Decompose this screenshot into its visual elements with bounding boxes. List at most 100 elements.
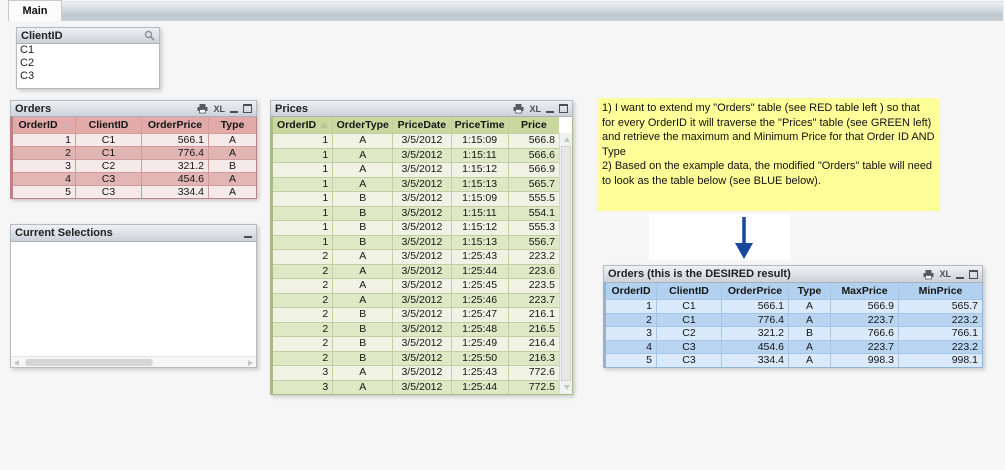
table-cell[interactable]: 334.4: [721, 354, 788, 367]
table-cell[interactable]: 1: [13, 134, 75, 146]
table-cell[interactable]: C3: [656, 340, 721, 354]
table-cell[interactable]: 2: [273, 250, 332, 264]
table-cell[interactable]: 1:15:13: [450, 177, 508, 191]
table-cell[interactable]: B: [332, 221, 392, 235]
table-cell[interactable]: C3: [17, 70, 159, 83]
excel-icon[interactable]: XL: [213, 103, 225, 115]
column-header-type[interactable]: Type: [208, 117, 256, 133]
table-cell[interactable]: 1: [273, 134, 332, 148]
table-cell[interactable]: 776.4: [721, 313, 788, 327]
column-header-orderid[interactable]: OrderID: [606, 283, 656, 299]
table-row[interactable]: 3 A 3/5/2012 1:25:44 772.5: [273, 379, 559, 394]
table-cell[interactable]: C1: [75, 147, 141, 159]
table-row[interactable]: 2 B 3/5/2012 1:25:49 216.4: [273, 336, 559, 351]
maximize-icon[interactable]: [969, 268, 978, 280]
scrollbar-thumb[interactable]: [25, 359, 153, 366]
table-cell[interactable]: B: [332, 206, 392, 220]
table-cell[interactable]: 223.2: [898, 313, 982, 327]
table-row[interactable]: C3: [17, 70, 159, 83]
table-cell[interactable]: C3: [656, 354, 721, 367]
table-cell[interactable]: 1:15:12: [450, 221, 508, 235]
excel-icon[interactable]: XL: [939, 268, 951, 280]
orders-caption[interactable]: Orders XL: [10, 100, 257, 117]
table-cell[interactable]: A: [788, 340, 830, 354]
printer-icon[interactable]: [923, 268, 934, 280]
table-cell[interactable]: A: [332, 163, 392, 177]
prices-caption[interactable]: Prices XL: [270, 100, 573, 117]
minimize-icon[interactable]: [244, 227, 252, 239]
table-cell[interactable]: C1: [656, 313, 721, 327]
table-cell[interactable]: 566.6: [507, 148, 559, 162]
table-cell[interactable]: A: [788, 300, 830, 313]
table-row[interactable]: 1 B 3/5/2012 1:15:09 555.5: [273, 191, 559, 206]
table-cell[interactable]: 3/5/2012: [392, 293, 450, 307]
table-row[interactable]: 1 B 3/5/2012 1:15:13 556.7: [273, 234, 559, 249]
table-cell[interactable]: C3: [75, 173, 141, 185]
table-row[interactable]: 2 C1 776.4 A 223.7 223.2: [606, 312, 982, 327]
table-row[interactable]: 4 C3 454.6 A: [13, 172, 256, 185]
vertical-scrollbar[interactable]: [559, 133, 572, 394]
table-cell[interactable]: 5: [606, 354, 656, 367]
scrollbar-thumb[interactable]: [561, 146, 571, 381]
table-cell[interactable]: 3/5/2012: [392, 322, 450, 336]
scroll-right-icon[interactable]: [245, 357, 256, 368]
table-cell[interactable]: A: [788, 313, 830, 327]
table-cell[interactable]: 1:25:44: [450, 264, 508, 278]
table-cell[interactable]: 1: [273, 207, 332, 221]
table-cell[interactable]: 1:15:12: [450, 163, 508, 177]
table-row[interactable]: 1 B 3/5/2012 1:15:11 554.1: [273, 205, 559, 221]
table-cell[interactable]: 223.7: [507, 293, 559, 307]
table-row[interactable]: 3 A 3/5/2012 1:25:43 772.6: [273, 365, 559, 380]
table-row[interactable]: 2 C1 776.4 A: [13, 146, 256, 159]
table-row[interactable]: 1 C1 566.1 A 566.9 565.7: [606, 299, 982, 313]
table-cell[interactable]: 565.7: [898, 300, 982, 313]
table-cell[interactable]: 3/5/2012: [392, 235, 450, 249]
table-cell[interactable]: A: [332, 279, 392, 293]
column-header-orderprice[interactable]: OrderPrice: [721, 283, 788, 299]
table-cell[interactable]: 555.5: [507, 192, 559, 206]
column-header-clientid[interactable]: ClientID: [656, 283, 721, 299]
table-cell[interactable]: 216.5: [507, 322, 559, 336]
table-cell[interactable]: 1:25:49: [450, 337, 508, 351]
column-header-orderid[interactable]: OrderID: [13, 117, 75, 133]
printer-icon[interactable]: [197, 103, 208, 115]
column-header-ordertype[interactable]: OrderType: [332, 117, 392, 133]
table-cell[interactable]: 4: [606, 341, 656, 354]
table-cell[interactable]: C1: [75, 134, 141, 146]
column-header-minprice[interactable]: MinPrice: [898, 283, 982, 299]
table-cell[interactable]: B: [208, 160, 256, 172]
table-cell[interactable]: A: [208, 173, 256, 185]
table-cell[interactable]: 5: [13, 186, 75, 198]
table-cell[interactable]: 566.1: [721, 300, 788, 313]
table-cell[interactable]: C1: [17, 44, 159, 57]
table-row[interactable]: 2 A 3/5/2012 1:25:46 223.7: [273, 292, 559, 307]
table-cell[interactable]: 3/5/2012: [392, 279, 450, 293]
table-cell[interactable]: 1:15:09: [450, 192, 508, 206]
table-cell[interactable]: 3: [606, 327, 656, 340]
table-cell[interactable]: C3: [75, 186, 141, 198]
table-row[interactable]: 2 B 3/5/2012 1:25:47 216.1: [273, 307, 559, 322]
table-cell[interactable]: 565.7: [507, 177, 559, 191]
table-cell[interactable]: 223.7: [830, 313, 898, 327]
table-cell[interactable]: 3/5/2012: [392, 177, 450, 191]
table-cell[interactable]: C2: [75, 160, 141, 172]
table-cell[interactable]: 1: [273, 178, 332, 192]
column-header-clientid[interactable]: ClientID: [75, 117, 141, 133]
table-cell[interactable]: 3/5/2012: [392, 366, 450, 380]
table-cell[interactable]: 1:25:47: [450, 308, 508, 322]
scroll-up-icon[interactable]: [560, 133, 573, 146]
table-cell[interactable]: 1:15:11: [450, 206, 508, 220]
listbox-caption[interactable]: ClientID: [16, 27, 160, 44]
table-cell[interactable]: 2: [273, 308, 332, 322]
table-cell[interactable]: 2: [273, 279, 332, 293]
table-cell[interactable]: 321.2: [721, 327, 788, 340]
table-row[interactable]: 4 C3 454.6 A 223.7 223.2: [606, 339, 982, 354]
table-cell[interactable]: 454.6: [141, 173, 208, 185]
table-cell[interactable]: 3/5/2012: [392, 264, 450, 278]
table-cell[interactable]: 2: [13, 147, 75, 159]
table-row[interactable]: 2 B 3/5/2012 1:25:50 216.3: [273, 350, 559, 365]
table-cell[interactable]: 454.6: [721, 340, 788, 354]
table-cell[interactable]: 1:15:13: [450, 235, 508, 249]
table-cell[interactable]: 766.1: [898, 327, 982, 340]
table-cell[interactable]: 216.4: [507, 337, 559, 351]
